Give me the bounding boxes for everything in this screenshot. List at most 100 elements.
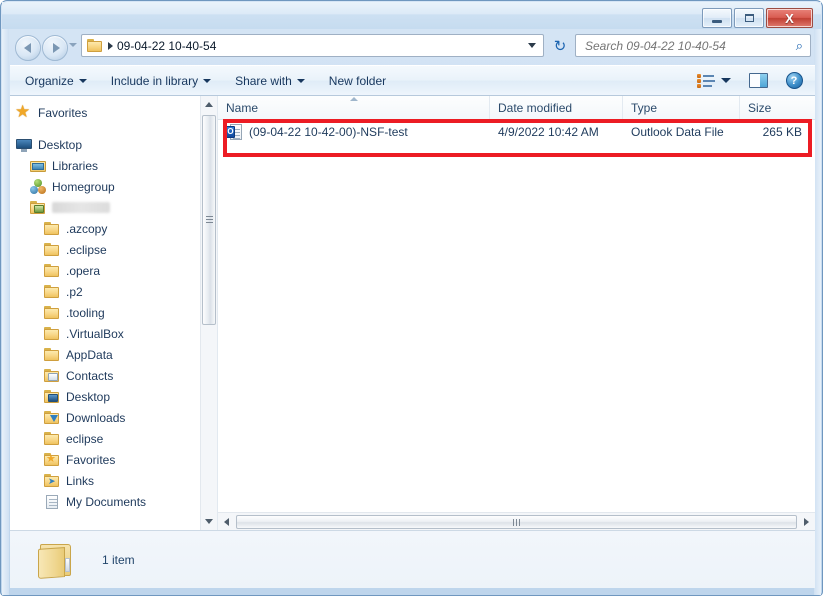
sidebar-item-label: Homegroup bbox=[52, 179, 115, 194]
scroll-right-button[interactable] bbox=[798, 513, 815, 530]
forward-button[interactable] bbox=[42, 35, 68, 61]
sidebar-item-label: .eclipse bbox=[66, 242, 107, 257]
sidebar-item-libraries[interactable]: Libraries bbox=[10, 155, 217, 176]
folder-icon bbox=[44, 263, 60, 279]
column-header-label: Size bbox=[748, 100, 772, 115]
navigation-pane-scrollbar[interactable] bbox=[200, 96, 217, 530]
include-in-library-button[interactable]: Include in library bbox=[102, 69, 220, 92]
breadcrumb[interactable]: 09-04-22 10-40-54 bbox=[117, 39, 216, 53]
file-name-cell[interactable]: O (09-04-22 10-42-00)-NSF-test bbox=[218, 120, 490, 144]
title-bar[interactable]: X bbox=[2, 2, 821, 29]
links-folder-icon bbox=[44, 473, 60, 489]
sidebar-item-eclipse[interactable]: .eclipse bbox=[10, 239, 217, 260]
sidebar-item-desktop[interactable]: Desktop bbox=[10, 134, 217, 155]
scroll-down-button[interactable] bbox=[201, 513, 217, 530]
details-pane: 1 item bbox=[10, 530, 815, 588]
sidebar-item-contacts[interactable]: Contacts bbox=[10, 365, 217, 386]
window-right-glass-edge bbox=[814, 2, 821, 595]
navigation-pane: Favorites Desktop Libraries Homegroup .azcop… bbox=[10, 96, 218, 530]
view-list-icon bbox=[697, 74, 715, 88]
file-size-cell-label: 265 KB bbox=[762, 125, 802, 139]
chevron-down-icon[interactable] bbox=[528, 43, 536, 48]
chevron-down-icon bbox=[203, 78, 212, 83]
search-input[interactable] bbox=[583, 37, 783, 54]
scroll-left-button[interactable] bbox=[218, 513, 235, 530]
column-header-type[interactable]: Type bbox=[623, 96, 740, 119]
triangle-up-icon bbox=[205, 102, 213, 107]
column-header-size[interactable]: Size bbox=[740, 96, 810, 119]
file-rows: O (09-04-22 10-42-00)-NSF-test 4/9/2022 10… bbox=[218, 120, 815, 144]
preview-pane-icon bbox=[748, 73, 768, 88]
sidebar-item-eclipse[interactable]: eclipse bbox=[10, 428, 217, 449]
preview-pane-button[interactable] bbox=[745, 70, 771, 92]
chevron-down-icon[interactable] bbox=[721, 78, 731, 83]
homegroup-icon bbox=[30, 178, 46, 195]
change-view-button[interactable] bbox=[691, 69, 737, 92]
star-icon bbox=[15, 102, 32, 122]
maximize-icon bbox=[744, 14, 754, 22]
sidebar-item-appdata[interactable]: AppData bbox=[10, 344, 217, 365]
file-list-horizontal-scrollbar[interactable] bbox=[218, 512, 815, 530]
new-folder-button[interactable]: New folder bbox=[320, 69, 395, 92]
share-with-button[interactable]: Share with bbox=[226, 69, 314, 92]
address-bar-region: 09-04-22 10-40-54 ↻ ⌕ bbox=[9, 29, 816, 65]
sidebar-item-desktop[interactable]: Desktop bbox=[10, 386, 217, 407]
sidebar-item-virtualbox[interactable]: .VirtualBox bbox=[10, 323, 217, 344]
user-folder-icon bbox=[30, 200, 46, 216]
sidebar-item-redacted-user[interactable] bbox=[10, 197, 217, 218]
scrollbar-grip-icon bbox=[512, 518, 521, 526]
documents-icon bbox=[44, 494, 60, 510]
minimize-button[interactable] bbox=[702, 8, 732, 28]
sidebar-item-label: Links bbox=[66, 473, 95, 488]
maximize-button[interactable] bbox=[734, 8, 764, 28]
sidebar-item-p2[interactable]: .p2 bbox=[10, 281, 217, 302]
horizontal-scrollbar-thumb[interactable] bbox=[236, 514, 797, 529]
chevron-down-icon bbox=[78, 78, 87, 83]
sidebar-item-label: .VirtualBox bbox=[66, 326, 124, 341]
table-row[interactable]: O (09-04-22 10-42-00)-NSF-test 4/9/2022 10… bbox=[218, 120, 815, 144]
sidebar-item-label: .tooling bbox=[66, 305, 105, 320]
refresh-button[interactable]: ↻ bbox=[550, 36, 570, 56]
new-folder-label: New folder bbox=[328, 73, 387, 88]
close-button[interactable]: X bbox=[766, 8, 813, 28]
contacts-folder-icon bbox=[44, 368, 60, 384]
column-header-label: Type bbox=[631, 100, 658, 115]
folder-icon bbox=[44, 221, 60, 237]
sidebar-item-favorites[interactable]: Favorites bbox=[10, 102, 217, 123]
sidebar-item-label: .p2 bbox=[66, 284, 83, 299]
scrollbar-grip-icon bbox=[206, 216, 213, 224]
sidebar-item-label: .opera bbox=[66, 263, 101, 278]
back-button[interactable] bbox=[15, 35, 41, 61]
search-box[interactable]: ⌕ bbox=[575, 34, 811, 57]
file-name-label: (09-04-22 10-42-00)-NSF-test bbox=[249, 125, 408, 139]
sidebar-item-downloads[interactable]: Downloads bbox=[10, 407, 217, 428]
sidebar-item-favorites[interactable]: Favorites bbox=[10, 449, 217, 470]
organize-button[interactable]: Organize bbox=[16, 69, 96, 92]
column-header-label: Name bbox=[226, 100, 259, 115]
redacted-username-label bbox=[52, 202, 110, 213]
sidebar-item-opera[interactable]: .opera bbox=[10, 260, 217, 281]
address-bar[interactable]: 09-04-22 10-40-54 bbox=[81, 34, 544, 57]
file-list-pane: Name Date modified Type Size O (09-04-22 10-… bbox=[218, 96, 815, 530]
sidebar-item-homegroup[interactable]: Homegroup bbox=[10, 176, 217, 197]
help-button[interactable]: ? bbox=[781, 70, 807, 92]
scroll-up-button[interactable] bbox=[201, 96, 217, 113]
column-header-date-modified[interactable]: Date modified bbox=[490, 96, 623, 119]
folder-icon bbox=[44, 431, 60, 447]
breadcrumb-separator-icon[interactable] bbox=[108, 41, 113, 50]
sidebar-item-label: Favorites bbox=[38, 105, 88, 120]
folder-icon bbox=[44, 326, 60, 342]
command-bar-right-group: ? bbox=[691, 66, 815, 95]
scrollbar-thumb[interactable] bbox=[202, 115, 216, 325]
command-bar: Organize Include in library Share with N… bbox=[10, 65, 815, 96]
sidebar-item-links[interactable]: Links bbox=[10, 470, 217, 491]
window-left-glass-edge bbox=[2, 2, 9, 595]
sidebar-item-azcopy[interactable]: .azcopy bbox=[10, 218, 217, 239]
sidebar-item-my-documents[interactable]: My Documents bbox=[10, 491, 217, 512]
help-icon: ? bbox=[785, 72, 803, 89]
outlook-badge-letter: O bbox=[227, 126, 234, 136]
column-header-name[interactable]: Name bbox=[218, 96, 490, 119]
sidebar-item-label: Desktop bbox=[38, 137, 83, 152]
recent-pages-chevron-down-icon[interactable] bbox=[69, 43, 77, 47]
sidebar-item-tooling[interactable]: .tooling bbox=[10, 302, 217, 323]
